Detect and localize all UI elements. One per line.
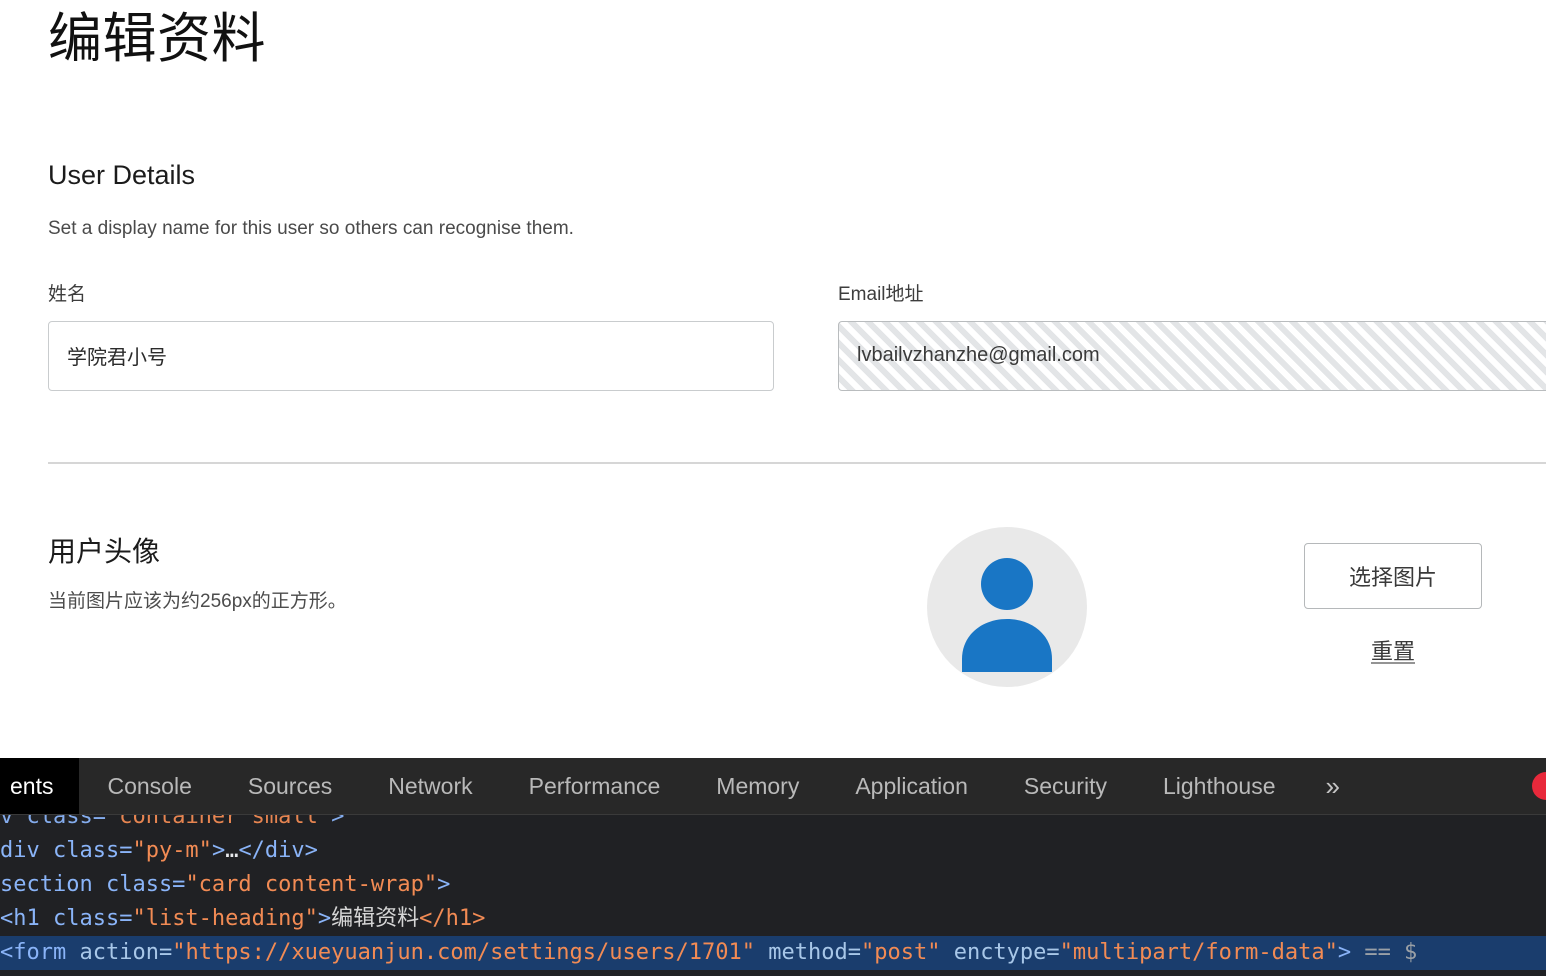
name-field-label: 姓名 [48,284,87,305]
code-token-closetag: </h1> [419,906,486,931]
code-token-punct: > [317,906,332,931]
code-line[interactable] [0,970,1546,976]
code-token-value: "https://xueyuanjun.com/settings/users/1… [172,940,755,965]
name-input[interactable] [48,320,774,391]
code-line[interactable]: section class="card content-wrap"> [0,868,1546,902]
user-details-heading: User Details [48,160,196,190]
email-input [838,320,1546,391]
code-token-selection-marker: == $ [1351,940,1418,965]
code-token-value: "post" [860,940,941,965]
code-token-punct: > [1337,940,1352,965]
tab-security[interactable]: Security [996,758,1135,814]
devtools-tabbar: ents Console Sources Network Performance… [0,758,1546,815]
code-token-tag: div class= [0,838,133,863]
tab-application[interactable]: Application [827,758,996,814]
code-token-text: 编辑资料 [331,906,420,931]
code-token-attr: enctype= [940,940,1060,965]
user-details-subtitle: Set a display name for this user so othe… [48,218,574,239]
code-token-value: "list-heading" [132,906,318,931]
avatar [927,527,1087,687]
code-token-punct: > [211,838,226,863]
code-token-tag: <h1 class= [0,906,133,931]
code-line-selected[interactable]: <form action="https://xueyuanjun.com/set… [0,936,1546,970]
avatar-heading: 用户头像 [48,536,161,567]
code-token-value: "container small" [105,815,332,829]
code-token-tag: v class= [0,815,106,829]
tab-memory[interactable]: Memory [688,758,827,814]
code-token-punct: > [437,872,451,897]
devtools-elements-tree[interactable]: v class="container small"> div class="py… [0,815,1546,976]
code-token-closetag: </div> [238,838,318,863]
email-field-group: Email地址 [838,284,1546,391]
code-line[interactable]: v class="container small"> [0,815,1546,834]
devtools-panel: ents Console Sources Network Performance… [0,758,1546,976]
section-divider [48,462,1546,464]
avatar-subtitle: 当前图片应该为约256px的正方形。 [48,591,347,612]
tab-network[interactable]: Network [360,758,500,814]
tab-performance[interactable]: Performance [501,758,689,814]
code-token-value: "multipart/form-data" [1059,940,1338,965]
code-token-value: "py-m" [132,838,212,863]
code-token-attr: method= [755,940,861,965]
code-token-value: "card content-wrap" [185,872,438,897]
code-token-punct: > [331,815,345,829]
code-token-tag: <form [0,940,80,965]
code-token-ellipsis: … [225,838,239,863]
tab-elements[interactable]: ents [0,758,80,814]
more-tabs-icon[interactable]: » [1304,758,1362,814]
code-line[interactable]: <h1 class="list-heading">编辑资料</h1> [0,902,1546,936]
code-token-attr: action= [79,940,173,965]
code-token-tag: section class= [0,872,186,897]
tab-sources[interactable]: Sources [220,758,360,814]
user-avatar-icon [962,558,1052,672]
reset-avatar-link[interactable]: 重置 [1304,634,1482,666]
email-field-label: Email地址 [838,284,924,305]
tab-lighthouse[interactable]: Lighthouse [1135,758,1304,814]
tab-console[interactable]: Console [79,758,219,814]
page-content: 编辑资料 User Details Set a display name for… [0,0,1546,758]
code-line[interactable]: div class="py-m">…</div> [0,834,1546,868]
name-field-group: 姓名 [48,284,774,391]
choose-image-button[interactable]: 选择图片 [1304,543,1482,609]
error-badge-icon[interactable] [1532,772,1546,800]
page-title: 编辑资料 [48,9,266,69]
